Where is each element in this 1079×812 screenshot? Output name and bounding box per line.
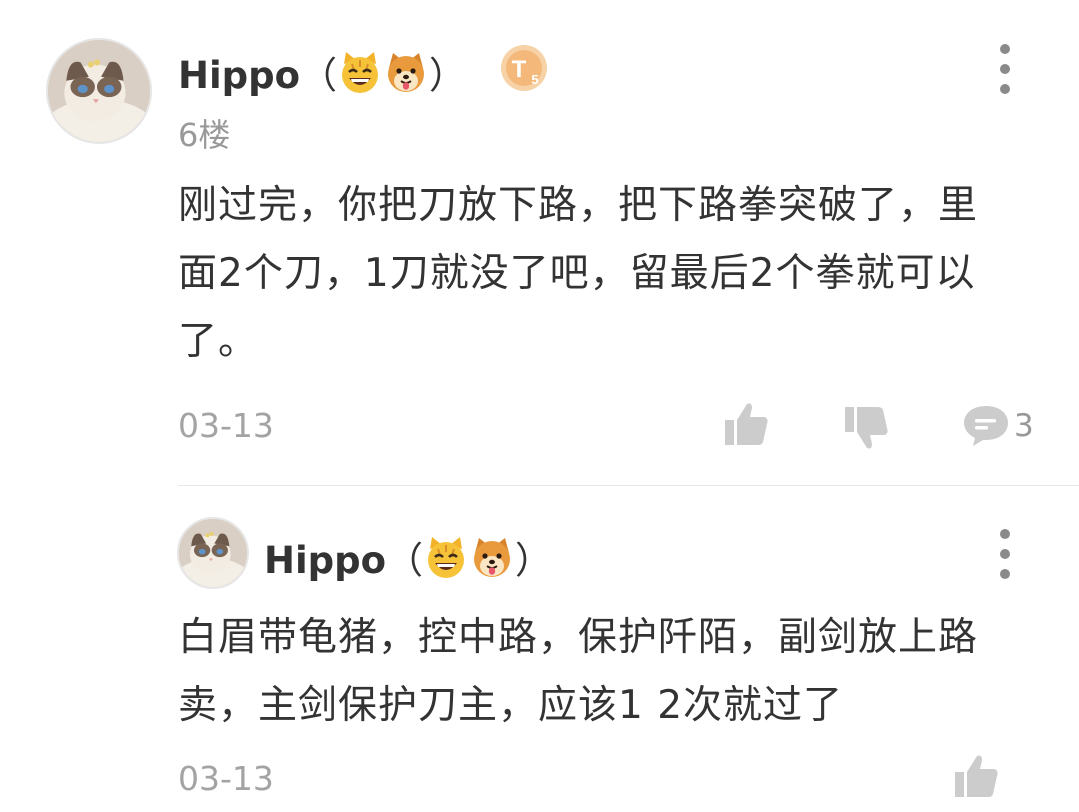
floor-label: 6楼 (178, 116, 231, 154)
cat-face-emoji (428, 537, 465, 578)
dog-face-emoji (474, 538, 511, 577)
reply-time: 03-13 (178, 759, 274, 798)
comment-line: 刚过完，你把刀放下路，把下路拳突破了，里 (178, 183, 979, 228)
reply-body: 白眉带龟猪，控中路，保护阡陌，副剑放上路 卖，主剑保护刀主，应该1 2次就过了 (178, 604, 978, 740)
username-text: Hippo (264, 539, 387, 582)
cat-avatar-image (48, 40, 150, 142)
reply-avatar[interactable] (177, 517, 249, 589)
thumbs-down-icon (845, 407, 888, 449)
svg-text:T: T (512, 56, 527, 83)
username-text: Hippo (178, 54, 301, 97)
chat-bubble-icon (964, 406, 1008, 446)
dog-face-emoji (388, 53, 425, 92)
level-badge-icon: T 5 (501, 45, 547, 91)
reply-count: 3 (1014, 407, 1034, 444)
reply-button[interactable]: 3 (962, 404, 1034, 448)
thumbs-up-icon (725, 403, 768, 445)
svg-text:5: 5 (531, 72, 538, 87)
comment-line: 面2个刀，1刀就没了吧，留最后2个拳就可以 (178, 251, 976, 296)
paren-open: （ (300, 54, 338, 97)
reply-like-button[interactable] (952, 752, 1000, 800)
reply-line: 卖，主剑保护刀主，应该1 2次就过了 (178, 683, 844, 728)
comment-thread: Hippo（ ） T 5 6楼 刚过完，你把刀放下路，把下路拳突破了，里 面2个… (0, 0, 1079, 812)
comment-time: 03-13 (178, 406, 274, 445)
avatar[interactable] (46, 38, 152, 144)
cat-face-emoji (342, 52, 379, 93)
paren-close: ） (429, 54, 467, 97)
reply-username[interactable]: Hippo（ ） (264, 535, 552, 579)
like-button[interactable] (722, 400, 770, 448)
thumbs-up-icon (955, 755, 998, 797)
paren-open: （ (386, 539, 424, 582)
comment-body: 刚过完，你把刀放下路，把下路拳突破了，里 面2个刀，1刀就没了吧，留最后2个拳就… (178, 172, 978, 376)
reply-line: 白眉带龟猪，控中路，保护阡陌，副剑放上路 (178, 615, 979, 660)
divider (178, 485, 1079, 486)
comment-line: 了。 (178, 319, 259, 364)
cat-avatar-image (179, 519, 247, 587)
more-icon[interactable] (995, 44, 1015, 94)
paren-close: ） (515, 539, 553, 582)
username[interactable]: Hippo（ ） (178, 50, 466, 94)
reply-more-icon[interactable] (995, 529, 1015, 579)
dislike-button[interactable] (842, 404, 890, 452)
